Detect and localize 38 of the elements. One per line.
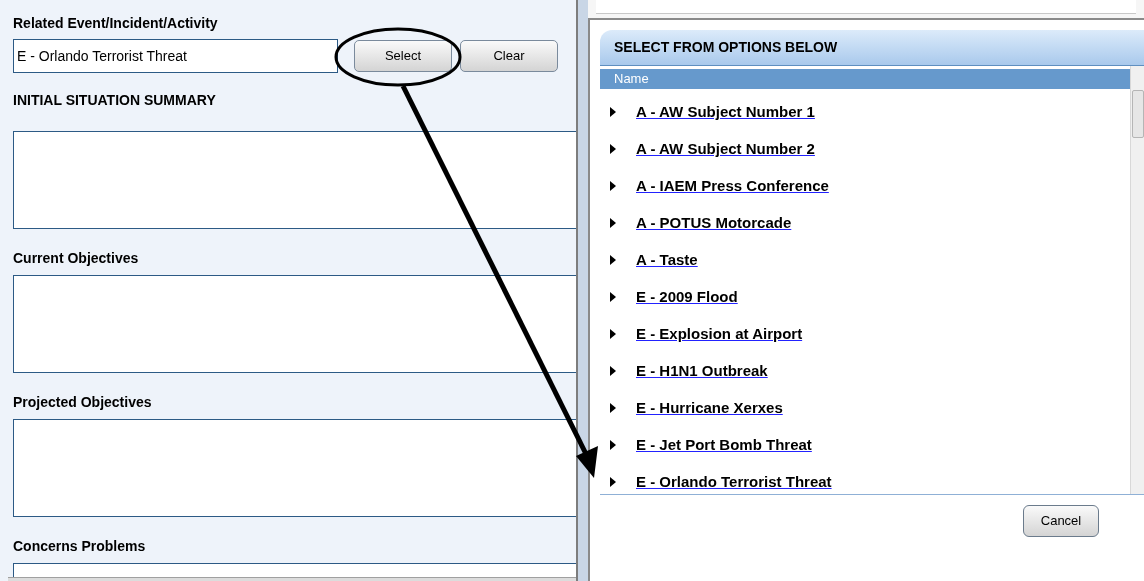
- expand-caret-icon[interactable]: [610, 403, 616, 413]
- option-link[interactable]: A - Taste: [636, 248, 698, 272]
- option-link[interactable]: A - AW Subject Number 1: [636, 100, 815, 124]
- expand-caret-icon[interactable]: [610, 477, 616, 487]
- text-area[interactable]: [13, 275, 576, 373]
- text-field[interactable]: E - Orlando Terrorist Threat: [13, 39, 338, 73]
- field-label: Concerns Problems: [13, 537, 147, 555]
- option-link[interactable]: E - Orlando Terrorist Threat: [636, 470, 832, 494]
- option-link[interactable]: A - AW Subject Number 2: [636, 137, 815, 161]
- text-area[interactable]: [13, 563, 576, 577]
- option-link[interactable]: A - IAEM Press Conference: [636, 174, 829, 198]
- expand-caret-icon[interactable]: [610, 107, 616, 117]
- option-link[interactable]: E - Hurricane Xerxes: [636, 396, 783, 420]
- option-link[interactable]: E - 2009 Flood: [636, 285, 738, 309]
- expand-caret-icon[interactable]: [610, 218, 616, 228]
- text-area[interactable]: [13, 131, 576, 229]
- option-link[interactable]: E - Jet Port Bomb Threat: [636, 433, 812, 457]
- expand-caret-icon[interactable]: [610, 366, 616, 376]
- scrollbar[interactable]: [1130, 66, 1144, 494]
- cancel-button[interactable]: Cancel: [1023, 505, 1099, 537]
- expand-caret-icon[interactable]: [610, 144, 616, 154]
- section-title: INITIAL SITUATION SUMMARY: [13, 91, 217, 109]
- option-link[interactable]: E - Explosion at Airport: [636, 322, 803, 346]
- field-label: Related Event/Incident/Activity: [13, 14, 219, 32]
- button[interactable]: Clear: [460, 40, 558, 72]
- expand-caret-icon[interactable]: [610, 181, 616, 191]
- expand-caret-icon[interactable]: [610, 329, 616, 339]
- expand-caret-icon[interactable]: [610, 292, 616, 302]
- option-link[interactable]: E - H1N1 Outbreak: [636, 359, 768, 383]
- option-link[interactable]: A - POTUS Motorcade: [636, 211, 792, 235]
- field-label: Current Objectives: [13, 249, 140, 267]
- expand-caret-icon[interactable]: [610, 440, 616, 450]
- splitter-bar[interactable]: [576, 0, 588, 581]
- button[interactable]: Select: [354, 40, 452, 72]
- field-label: Projected Objectives: [13, 393, 153, 411]
- dialog-title: SELECT FROM OPTIONS BELOW: [600, 30, 1144, 66]
- expand-caret-icon[interactable]: [610, 255, 616, 265]
- text-area[interactable]: [13, 419, 576, 517]
